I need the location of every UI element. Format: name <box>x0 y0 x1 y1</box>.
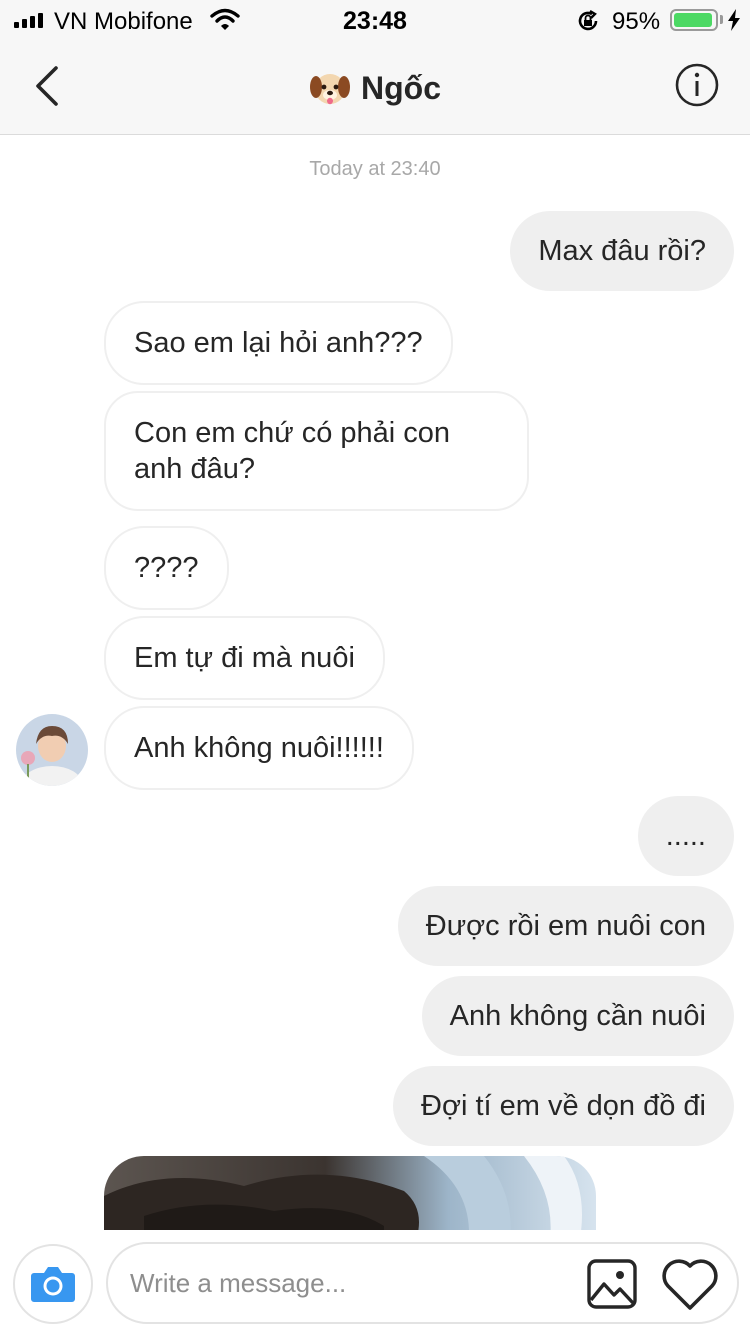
battery-icon <box>670 9 718 31</box>
chat-header: Ngốc <box>0 40 750 135</box>
charging-icon <box>728 9 740 31</box>
message-bubble-incoming[interactable]: Em tự đi mà nuôi <box>104 616 385 700</box>
message-bubble-incoming[interactable]: Con em chứ có phải con anh đâu? <box>104 391 529 511</box>
status-bar: VN Mobifone 23:48 95% <box>0 0 750 40</box>
info-icon[interactable] <box>674 62 720 108</box>
message-composer <box>0 1230 750 1334</box>
battery-percent: 95% <box>612 8 661 35</box>
message-bubble-incoming[interactable]: Anh không nuôi!!!!!! <box>104 706 414 790</box>
thread-timestamp: Today at 23:40 <box>309 158 441 180</box>
message-bubble-incoming[interactable]: ???? <box>104 526 229 610</box>
message-bubble-outgoing[interactable]: Max đâu rồi? <box>510 211 734 291</box>
message-input[interactable] <box>130 1258 570 1308</box>
battery-cap <box>720 15 723 24</box>
camera-button[interactable] <box>13 1244 93 1324</box>
message-bubble-incoming[interactable]: Sao em lại hỏi anh??? <box>104 301 453 385</box>
camera-icon <box>31 1267 75 1302</box>
avatar[interactable] <box>16 714 88 786</box>
photo-message[interactable] <box>104 1156 596 1230</box>
dog-face-emoji <box>310 74 350 105</box>
gallery-icon[interactable] <box>586 1258 638 1310</box>
message-bubble-outgoing[interactable]: Đợi tí em về dọn đồ đi <box>393 1066 734 1146</box>
rotation-lock-icon <box>578 9 598 31</box>
message-thread[interactable]: Today at 23:40 Max đâu rồi? Sao em lại h… <box>0 136 750 1230</box>
chat-title-text: Ngốc <box>361 69 441 106</box>
message-bubble-outgoing[interactable]: Anh không cần nuôi <box>421 976 734 1056</box>
message-bubble-outgoing[interactable]: ..... <box>637 796 734 876</box>
message-input-container <box>106 1242 739 1324</box>
heart-icon[interactable] <box>660 1256 720 1312</box>
message-bubble-outgoing[interactable]: Được rồi em nuôi con <box>397 886 734 966</box>
chat-title[interactable]: Ngốc <box>0 68 750 108</box>
